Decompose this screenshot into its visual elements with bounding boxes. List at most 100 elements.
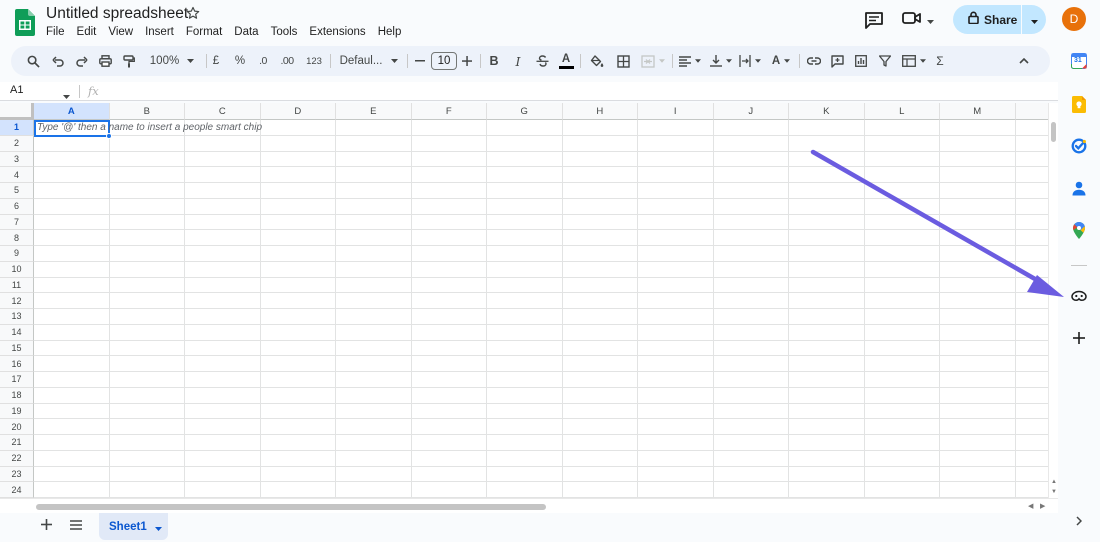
column-header-d[interactable]: D [260, 103, 336, 120]
increase-decimal-button[interactable]: .00 [277, 46, 297, 76]
avatar[interactable]: D [1062, 7, 1086, 31]
chevron-down-icon[interactable] [154, 518, 162, 536]
row-header-22[interactable]: 22 [0, 450, 34, 467]
link-icon[interactable] [806, 46, 822, 76]
row-header-21[interactable]: 21 [0, 435, 34, 451]
decrease-font-size-button[interactable] [413, 46, 427, 76]
horizontal-scrollbar-thumb[interactable] [36, 504, 546, 510]
add-sheet-button[interactable] [38, 517, 54, 535]
filter-icon[interactable] [877, 46, 893, 76]
share-main-button[interactable]: Share [953, 5, 1021, 34]
percent-format-button[interactable]: % [233, 46, 247, 76]
row-header-9[interactable]: 9 [0, 246, 34, 262]
all-sheets-button[interactable] [68, 518, 84, 534]
row-header-24[interactable]: 24 [0, 482, 34, 498]
column-header-e[interactable]: E [336, 103, 412, 120]
paint-format-icon[interactable] [121, 46, 137, 76]
column-header-a[interactable]: A [34, 103, 110, 120]
share-button[interactable]: Share [953, 5, 1046, 34]
column-header-c[interactable]: C [185, 103, 261, 120]
chevron-down-icon[interactable] [63, 86, 70, 104]
filter-views-icon[interactable] [900, 46, 928, 76]
fill-color-icon[interactable] [589, 46, 605, 76]
scroll-left-icon[interactable]: ◀ [1028, 502, 1033, 510]
horizontal-scrollbar[interactable]: ◀ ▶ [0, 498, 1058, 513]
row-header-23[interactable]: 23 [0, 466, 34, 483]
strikethrough-icon[interactable] [534, 46, 550, 76]
comments-icon[interactable] [864, 11, 884, 29]
row-header-1[interactable]: 1 [0, 120, 34, 136]
borders-icon[interactable] [615, 46, 631, 76]
row-header-3[interactable]: 3 [0, 151, 34, 168]
row-header-7[interactable]: 7 [0, 214, 34, 231]
merge-cells-icon[interactable] [639, 46, 667, 76]
decrease-decimal-button[interactable]: .0 [255, 46, 271, 76]
menu-data[interactable]: Data [228, 25, 264, 39]
contacts-icon[interactable] [1070, 179, 1088, 197]
column-header-j[interactable]: J [713, 103, 789, 120]
maps-icon[interactable] [1070, 221, 1088, 239]
number-format-button[interactable]: 123 [304, 46, 324, 76]
menu-extensions[interactable]: Extensions [303, 25, 371, 39]
side-panel-expand-icon[interactable] [1073, 513, 1085, 529]
print-icon[interactable] [97, 46, 113, 76]
chart-icon[interactable] [853, 46, 869, 76]
search-icon[interactable] [25, 46, 41, 76]
vertical-scrollbar-thumb[interactable] [1051, 122, 1056, 142]
vertical-align-icon[interactable] [708, 46, 734, 76]
zoom-select[interactable]: 100% [143, 46, 201, 76]
bold-icon[interactable]: B [487, 46, 501, 76]
calendar-icon[interactable]: 31 [1070, 52, 1088, 70]
row-header-14[interactable]: 14 [0, 324, 34, 341]
functions-icon[interactable]: Σ [933, 46, 947, 76]
menu-edit[interactable]: Edit [71, 25, 103, 39]
text-color-icon[interactable]: A [558, 46, 574, 76]
sheets-logo-icon[interactable] [15, 9, 35, 36]
column-header-l[interactable]: L [864, 103, 940, 120]
menu-file[interactable]: File [40, 25, 71, 39]
row-header-13[interactable]: 13 [0, 309, 34, 325]
menu-help[interactable]: Help [372, 25, 408, 39]
fill-handle[interactable] [105, 132, 112, 139]
tasks-icon[interactable] [1070, 137, 1088, 155]
column-header-h[interactable]: H [562, 103, 638, 120]
row-header-20[interactable]: 20 [0, 419, 34, 435]
select-all-corner[interactable] [0, 103, 34, 120]
collapse-icon[interactable] [1016, 46, 1032, 76]
row-header-6[interactable]: 6 [0, 198, 34, 215]
row-header-18[interactable]: 18 [0, 387, 34, 404]
row-header-19[interactable]: 19 [0, 403, 34, 420]
redo-icon[interactable] [74, 46, 90, 76]
column-header-g[interactable]: G [487, 103, 563, 120]
currency-format-button[interactable]: £ [210, 46, 222, 76]
gemini-icon[interactable] [1070, 287, 1088, 305]
text-rotation-icon[interactable]: A [768, 46, 794, 76]
spreadsheet-grid[interactable]: ABCDEFGHIJKLM 1 2 3 4 5 6 7 8 9 10 11 12 13 14 15 16 17 1… [0, 103, 1048, 498]
row-header-12[interactable]: 12 [0, 293, 34, 309]
column-header-b[interactable]: B [109, 103, 185, 120]
font-family-select[interactable]: Defaul... [338, 46, 400, 76]
row-header-5[interactable]: 5 [0, 183, 34, 199]
scroll-up-icon[interactable]: ▲ [1051, 479, 1057, 485]
add-addon-icon[interactable] [1070, 329, 1088, 347]
row-header-8[interactable]: 8 [0, 230, 34, 246]
row-header-10[interactable]: 10 [0, 261, 34, 278]
column-header-f[interactable]: F [411, 103, 487, 120]
font-size-input[interactable]: 10 [431, 52, 457, 70]
document-title[interactable]: Untitled spreadsheet [46, 5, 188, 23]
menu-tools[interactable]: Tools [265, 25, 304, 39]
undo-icon[interactable] [50, 46, 66, 76]
row-header-4[interactable]: 4 [0, 167, 34, 183]
star-icon[interactable] [186, 6, 200, 20]
text-wrap-icon[interactable] [737, 46, 763, 76]
menu-view[interactable]: View [102, 25, 139, 39]
keep-icon[interactable] [1070, 95, 1088, 113]
scroll-down-icon[interactable]: ▼ [1051, 489, 1057, 495]
row-header-17[interactable]: 17 [0, 372, 34, 388]
row-header-11[interactable]: 11 [0, 277, 34, 294]
align-left-icon[interactable] [677, 46, 703, 76]
column-header-m[interactable]: M [940, 103, 1016, 120]
menu-insert[interactable]: Insert [139, 25, 180, 39]
row-header-15[interactable]: 15 [0, 340, 34, 357]
sheet-tab-sheet1[interactable]: Sheet1 [99, 513, 168, 540]
